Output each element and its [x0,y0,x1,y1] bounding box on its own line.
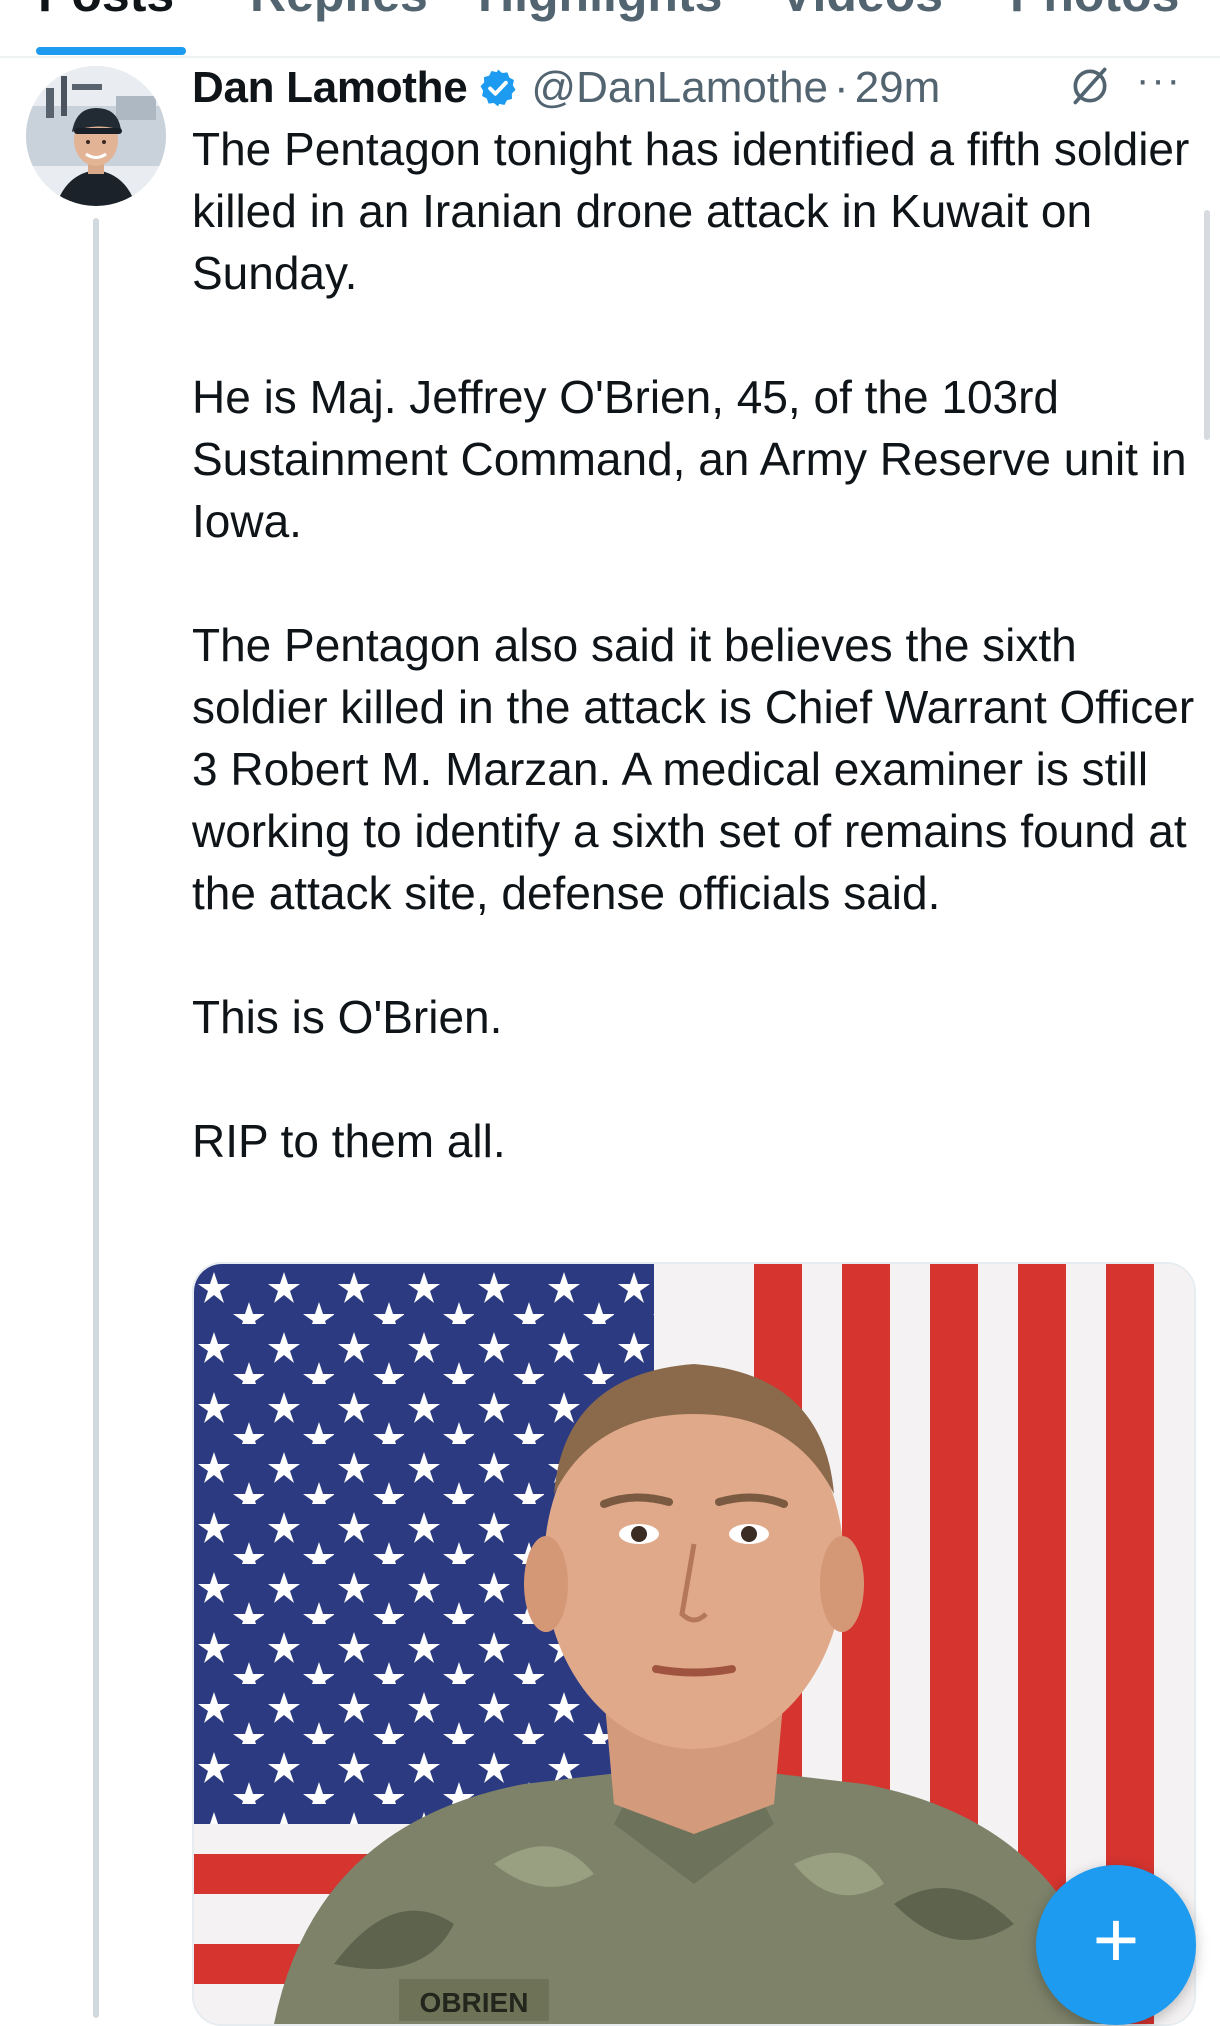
tab-replies[interactable]: Replies [250,0,428,24]
thread-connector-line [93,218,99,2018]
active-tab-indicator [36,47,186,55]
tab-videos[interactable]: Videos [780,0,943,24]
post-body: The Pentagon tonight has identified a fi… [192,118,1202,1234]
profile-tab-bar: Posts Replies Highlights Videos Photos [0,0,1220,58]
post-timestamp[interactable]: 29m [855,63,941,113]
post-paragraph: This is O'Brien. [192,991,503,1043]
compose-button[interactable]: + [1036,1865,1196,2025]
post-paragraph: The Pentagon also said it believes the s… [192,619,1195,919]
grok-icon[interactable] [1068,64,1136,113]
verified-badge-icon [477,67,519,109]
tab-highlights[interactable]: Highlights [478,0,722,24]
post-paragraph: He is Maj. Jeffrey O'Brien, 45, of the 1… [192,371,1187,547]
post-paragraph: RIP to them all. [192,1115,506,1167]
plus-icon: + [1092,1895,1140,1984]
post-paragraph: The Pentagon tonight has identified a fi… [192,123,1190,299]
author-handle[interactable]: @DanLamothe [531,63,828,113]
tab-posts[interactable]: Posts [38,0,174,24]
name-tape-text: OBRIEN [420,1987,529,2018]
avatar[interactable] [26,66,166,206]
meta-separator: · [834,63,849,112]
post-header: Dan Lamothe @DanLamothe · 29m ··· [192,58,1202,118]
tab-photos[interactable]: Photos [1010,0,1179,24]
author-display-name[interactable]: Dan Lamothe [192,63,468,113]
scrollbar[interactable] [1204,210,1210,440]
more-options-icon[interactable]: ··· [1136,60,1182,100]
